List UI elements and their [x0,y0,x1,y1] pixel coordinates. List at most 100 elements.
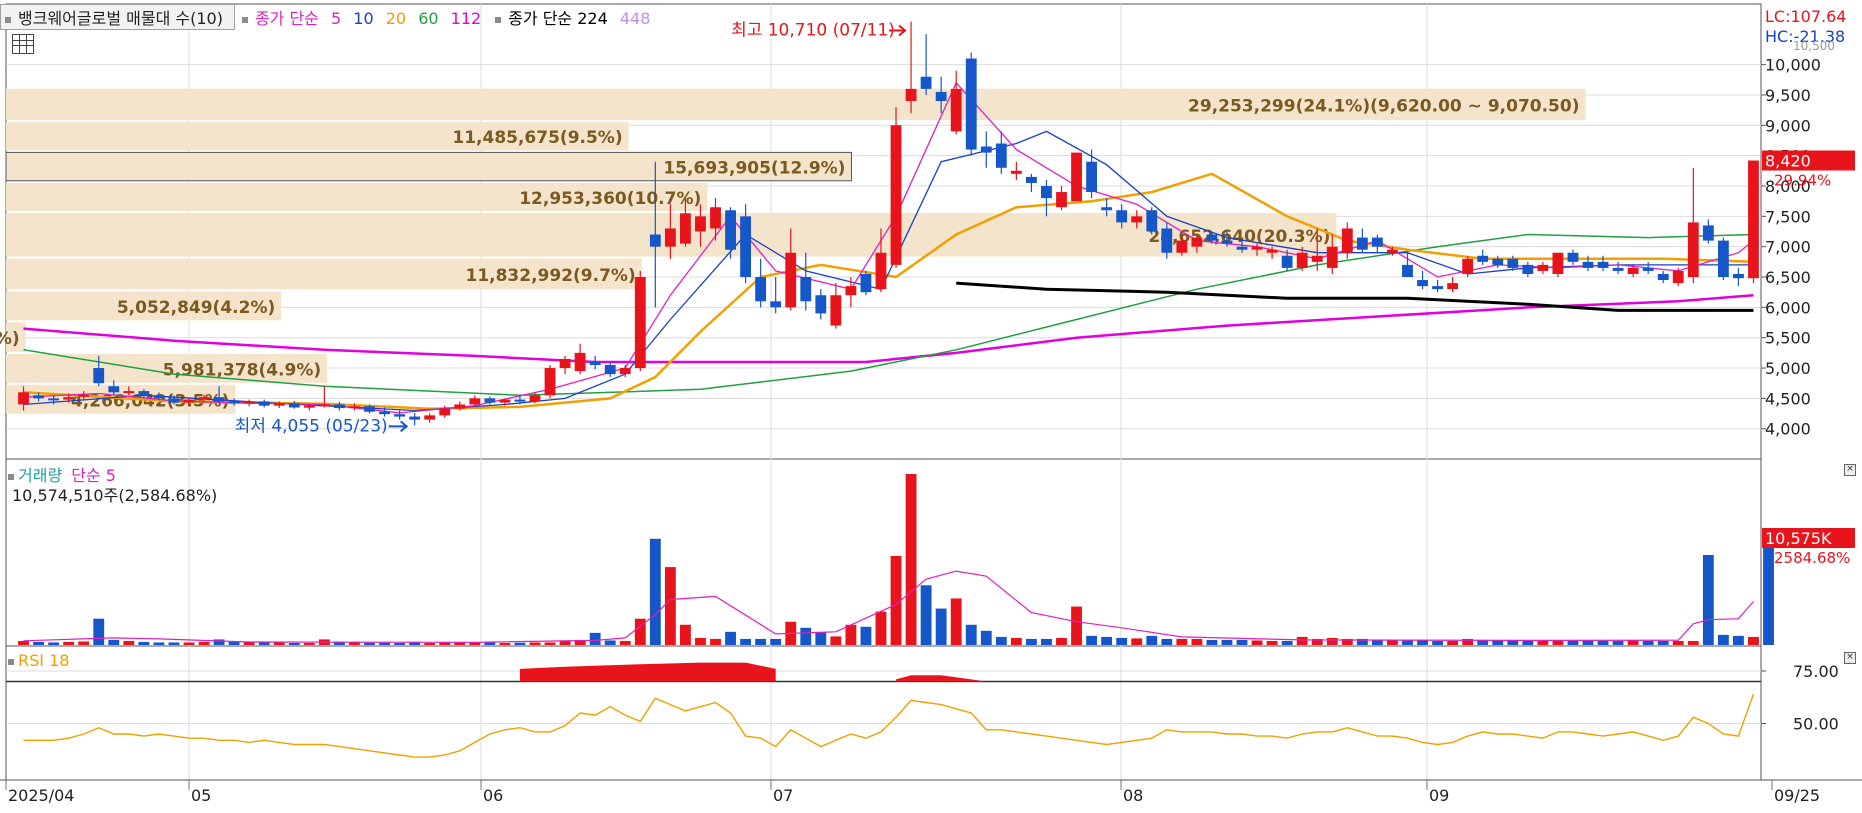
candle-body [544,368,556,396]
volume-bar [1101,636,1113,645]
candle-body [394,414,406,417]
candle-body [334,404,345,409]
lc-label: LC:107.64 [1765,7,1846,26]
ma-legend[interactable]: 종가 단순 5 10 20 60 112 [241,5,488,29]
volume-bar [1326,637,1338,645]
candle-body [454,404,466,409]
candle-body [574,352,586,372]
volume-bar [1251,640,1263,645]
volume-panel-close-icon[interactable]: × [1844,464,1856,476]
candle-body [1296,252,1308,268]
volume-bar [168,642,180,645]
candle-body [815,295,827,314]
volume-bar [153,642,165,645]
volume-bar [1131,638,1143,645]
candle-body [1477,255,1489,262]
volume-bar [1432,640,1443,645]
ma-period-112: 112 [450,9,482,28]
candle-body [800,277,812,302]
price-tick-label: 7,000 [1765,238,1811,257]
chart-canvas[interactable]: 2025/04 05 06 07 08 09 09/25 4,000 4,500 5,000 5,5… [0,0,1862,809]
volume-bar [544,642,556,645]
candle-body [980,146,992,153]
candle-body [1041,185,1052,199]
volume-bar [334,642,345,645]
volume-bar [995,636,1007,645]
volume-bar [123,640,135,645]
volume-bar [514,642,526,645]
volume-bar [288,642,300,645]
volume-bar [1176,638,1188,645]
candle-body [198,397,210,400]
x-tick-label: 09 [1429,786,1449,805]
candle-body [228,401,240,404]
candle-body [950,88,962,132]
candle-body [1582,261,1594,268]
candle-body [920,76,932,89]
candle-body [725,210,736,250]
volume-bar [1763,538,1774,645]
last-volume-value: 10,575K [1765,529,1832,548]
candle-body [935,91,947,102]
volume-bar [1236,639,1248,645]
volume-bar [1025,638,1037,645]
candle-body [695,216,706,232]
volume-bar [920,585,932,645]
volume-bar [1492,640,1504,645]
last-price-change: 29.94% [1774,171,1831,189]
table-grid-icon[interactable] [12,34,34,54]
price-tick-label: 5,500 [1765,329,1811,348]
volume-profile-label: 29,253,299(24.1%)(9,620.00 ~ 9,070.50) [1188,96,1579,116]
candle-body [213,397,225,402]
stock-chart-window: 2025/04 05 06 07 08 09 09/25 4,000 4,500 5,000 5,5… [0,0,1862,809]
volume-bar [1687,640,1699,645]
volume-bar [63,641,75,645]
volume-bar [1296,636,1308,645]
volume-bar [1597,640,1609,645]
volume-bar [890,555,902,645]
candle-body [1567,252,1579,262]
volume-bar [980,630,992,645]
candle-body [1326,246,1338,268]
volume-value-text: 10,574,510주(2,584.68%) [12,486,218,505]
indicator-title[interactable]: 뱅크웨어글로벌 매물대 수(10) [0,4,235,30]
volume-bar [1417,640,1428,645]
candle-body [1733,273,1744,279]
volume-profile-label: 5,981,378(4.9%) [163,360,321,380]
candle-body [1492,258,1504,265]
volume-bar [1402,640,1413,645]
candle-body [1086,161,1097,193]
candle-body [845,286,857,296]
volume-bar [1056,637,1067,645]
volume-bar [1146,635,1158,645]
volume-bar [48,642,60,645]
price-tick-label: 4,000 [1765,420,1811,439]
rsi-panel-close-icon[interactable]: × [1844,652,1856,664]
volume-bar [710,638,721,645]
x-tick-label: 09/25 [1774,786,1820,805]
candle-body [63,397,75,400]
price-tick-label: 9,500 [1765,86,1811,105]
candle-body [424,415,436,420]
volume-bar [1281,640,1293,645]
volume-bar [529,642,541,645]
volume-profile-label: 5,052,849(4.2%) [117,298,275,318]
candle-body [379,411,390,415]
volume-bar [1522,640,1534,645]
price-tick-label: 6,500 [1765,268,1811,287]
candle-body [589,361,601,366]
volume-bar [108,639,120,645]
ma-period-10: 10 [353,9,374,28]
hc-tick-top: 10,500 [1793,39,1835,53]
candle-body [1627,267,1639,274]
candle-body [1672,270,1684,284]
volume-bar [1552,640,1564,645]
ma2-legend[interactable]: 종가 단순 224 448 [495,5,657,29]
candle-body [529,395,541,402]
candle-body [138,391,150,396]
rsi-panel-label[interactable]: RSI 18 [8,651,69,670]
candle-body [1236,246,1248,250]
candle-body [905,88,917,102]
volume-bar [860,626,872,645]
candle-body [785,252,797,308]
